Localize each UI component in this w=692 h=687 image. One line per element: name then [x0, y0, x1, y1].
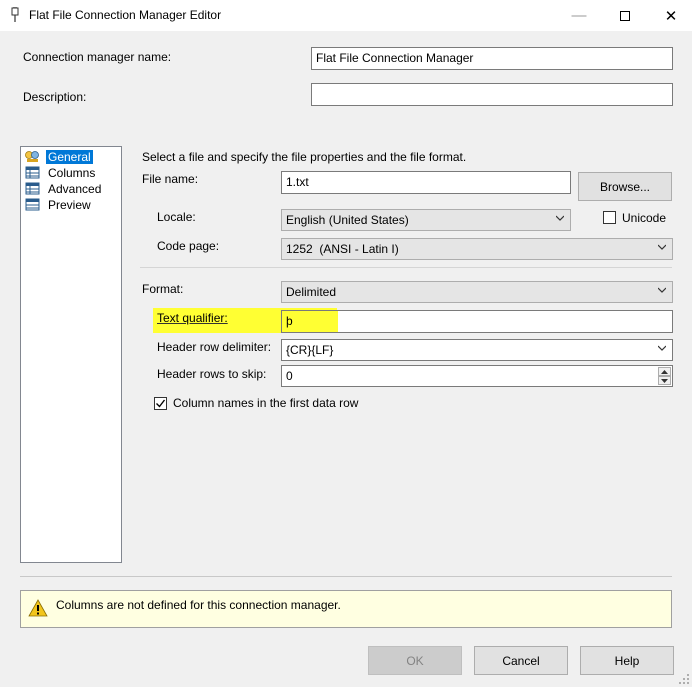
spin-up-icon [661, 369, 668, 374]
file-name-label: File name: [142, 172, 199, 186]
advanced-icon [25, 182, 40, 195]
help-button[interactable]: Help [580, 646, 674, 675]
format-dropdown[interactable]: Delimited [281, 281, 673, 303]
code-page-dropdown[interactable]: 1252 (ANSI - Latin I) [281, 238, 673, 260]
connection-name-label: Connection manager name: [23, 50, 172, 64]
file-name-input[interactable]: 1.txt [281, 171, 571, 194]
chevron-down-icon [658, 244, 666, 250]
nav-pane: General Columns Advanced Preview [20, 146, 122, 563]
connection-name-input[interactable]: Flat File Connection Manager [311, 47, 673, 70]
text-qualifier-label: Text qualifier: [157, 311, 228, 325]
general-icon [25, 151, 39, 162]
chevron-down-icon [658, 287, 666, 293]
locale-dropdown[interactable]: English (United States) [281, 209, 571, 231]
minimize-icon: — [571, 7, 587, 24]
text-qualifier-input[interactable]: þ [281, 310, 673, 333]
unicode-checkbox[interactable] [603, 211, 616, 224]
plug-icon [11, 7, 19, 22]
warning-bar: Columns are not defined for this connect… [20, 590, 672, 628]
column-names-checkbox[interactable] [154, 397, 167, 410]
nav-item-preview[interactable]: Preview [25, 197, 93, 212]
code-page-label: Code page: [157, 239, 220, 253]
warning-icon [28, 599, 48, 617]
nav-item-columns[interactable]: Columns [25, 165, 97, 180]
section-divider [140, 267, 672, 268]
column-names-label: Column names in the first data row [173, 396, 359, 410]
header-rows-skip-label: Header rows to skip: [157, 367, 267, 381]
checkmark-icon [156, 399, 166, 408]
header-row-delimiter-dropdown[interactable]: {CR}{LF} [281, 339, 673, 361]
spin-down-icon [661, 378, 668, 383]
spin-down-button[interactable] [658, 376, 671, 385]
columns-icon [25, 166, 40, 179]
footer-divider [20, 576, 672, 577]
warning-message: Columns are not defined for this connect… [56, 598, 341, 612]
preview-icon [25, 198, 40, 211]
instructions-text: Select a file and specify the file prope… [142, 150, 467, 164]
header-rows-skip-stepper[interactable]: 0 [281, 365, 673, 387]
ok-button[interactable]: OK [368, 646, 462, 675]
cancel-button[interactable]: Cancel [474, 646, 568, 675]
description-input[interactable] [311, 83, 673, 106]
chevron-down-icon [658, 345, 666, 351]
nav-item-advanced[interactable]: Advanced [25, 181, 103, 196]
close-icon: ✕ [664, 7, 678, 25]
chevron-down-icon [556, 215, 564, 221]
resize-grip-icon[interactable] [678, 673, 690, 685]
close-button[interactable]: ✕ [648, 0, 692, 31]
minimize-button[interactable]: — [556, 0, 602, 31]
maximize-icon [620, 10, 630, 21]
nav-item-general[interactable]: General [25, 149, 93, 164]
format-label: Format: [142, 282, 184, 296]
description-label: Description: [23, 90, 87, 104]
locale-label: Locale: [157, 210, 196, 224]
unicode-label: Unicode [622, 211, 667, 225]
header-row-delimiter-label: Header row delimiter: [157, 340, 272, 354]
maximize-button[interactable] [602, 0, 648, 31]
window-title: Flat File Connection Manager Editor [29, 8, 222, 22]
spin-up-button[interactable] [658, 367, 671, 376]
browse-button[interactable]: Browse... [578, 172, 672, 201]
